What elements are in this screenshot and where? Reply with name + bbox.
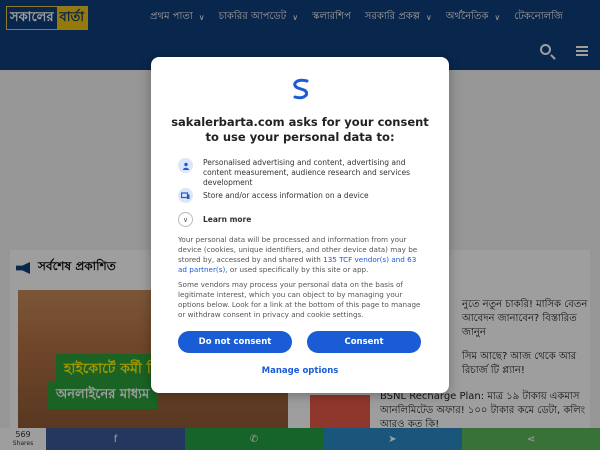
consent-paragraph-1: Your personal data will be processed and… [178,235,423,275]
chevron-down-icon: ∨ [178,212,193,227]
learn-more-toggle[interactable]: ∨ Learn more [178,212,251,227]
manage-options-link[interactable]: Manage options [151,366,449,376]
person-icon [178,158,193,173]
purpose-text: Personalised advertising and content, ad… [203,158,410,187]
purpose-text: Store and/or access information on a dev… [203,191,369,200]
para1-text-end: , or used specifically by this site or a… [225,265,369,274]
consent-paragraph-2: Some vendors may process your personal d… [178,280,421,319]
purpose-device-storage: Store and/or access information on a dev… [178,188,428,203]
learn-more-label: Learn more [203,215,252,224]
consent-dialog: sakalerbarta.com asks for your consent t… [151,57,449,393]
purpose-personalised-ads: Personalised advertising and content, ad… [178,158,428,188]
do-not-consent-button[interactable]: Do not consent [178,331,292,353]
consent-button[interactable]: Consent [307,331,421,353]
consent-title: sakalerbarta.com asks for your consent t… [171,115,429,144]
consent-brand-logo-icon [293,78,309,100]
device-icon [178,188,193,203]
